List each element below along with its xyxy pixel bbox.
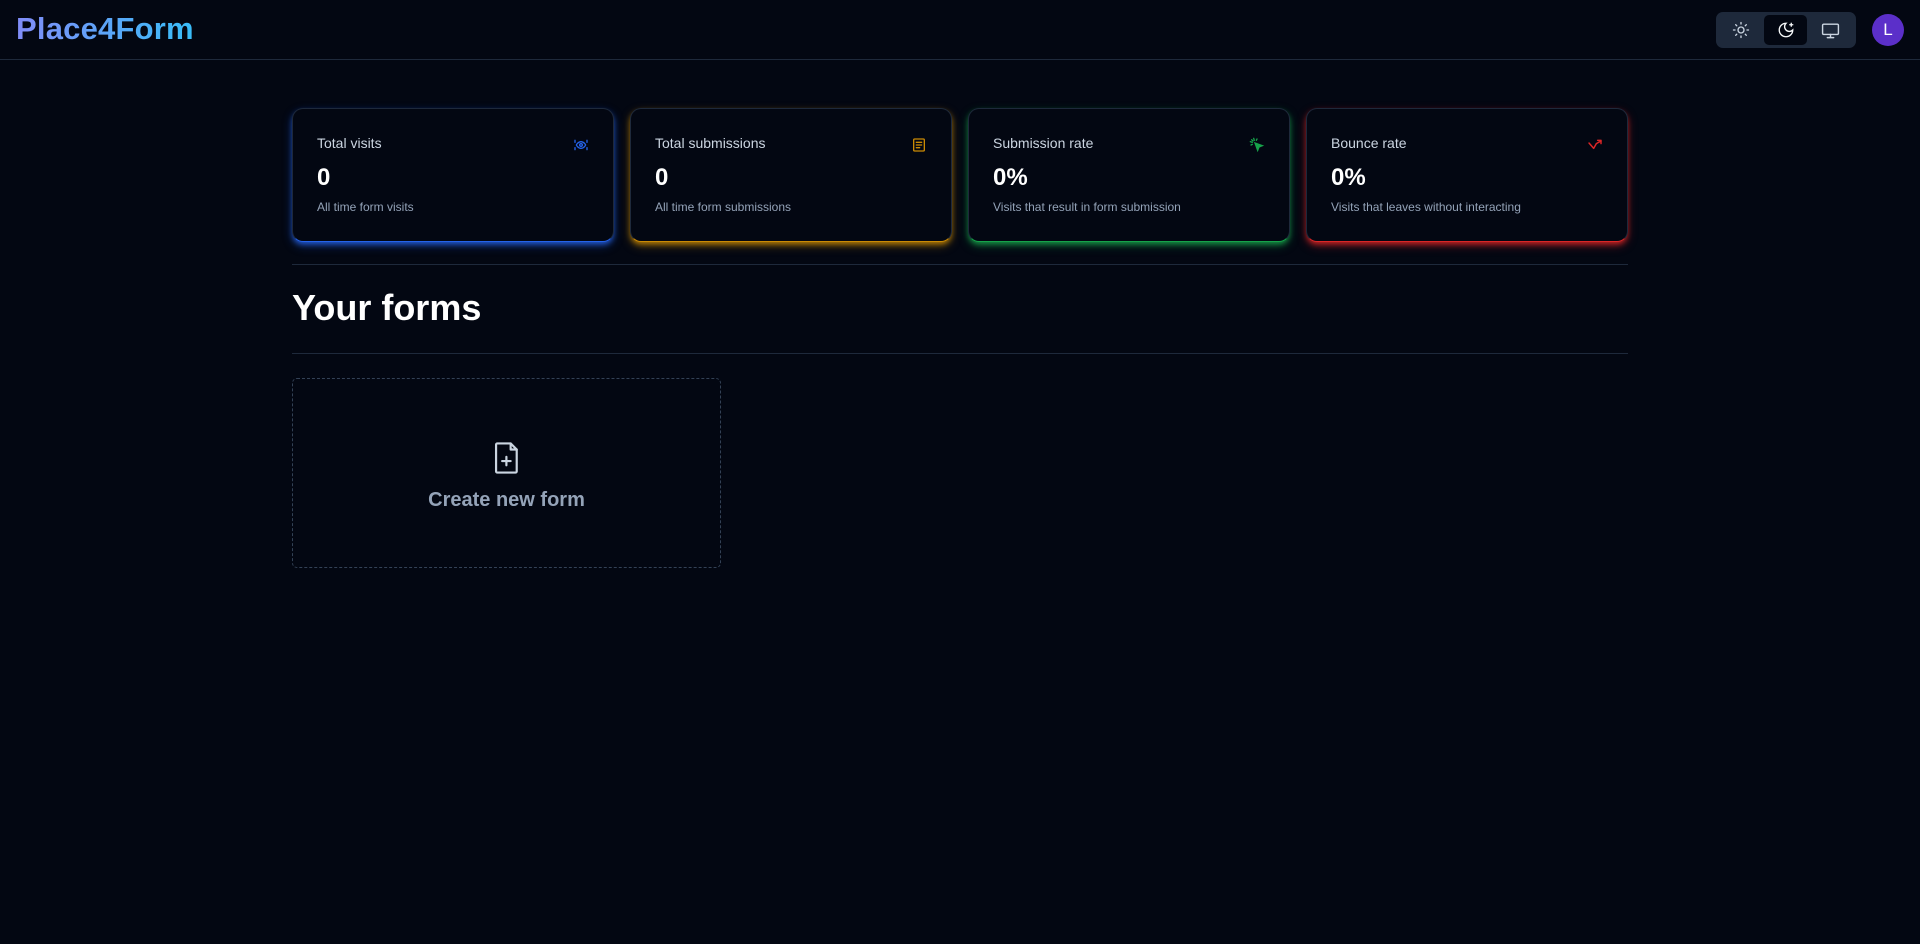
stat-value: 0: [655, 164, 669, 191]
stat-title: Bounce rate: [1331, 135, 1407, 151]
user-avatar[interactable]: L: [1872, 14, 1904, 46]
light-theme-button[interactable]: [1719, 15, 1762, 45]
eye-icon: [574, 139, 588, 151]
stats-cards: Total visits 0 All time form visits Tota…: [292, 108, 1628, 242]
app-logo[interactable]: Place4Form: [16, 11, 194, 47]
top-bar: Place4Form L: [0, 0, 1920, 60]
stat-card-bounce-rate: Bounce rate 0% Visits that leaves withou…: [1306, 108, 1628, 242]
section-divider: [292, 264, 1628, 265]
system-theme-button[interactable]: [1809, 15, 1852, 45]
stat-card-total-submissions: Total submissions 0 All time form submis…: [630, 108, 952, 242]
stat-value: 0%: [993, 164, 1028, 191]
stat-help: All time form visits: [317, 200, 414, 214]
stat-help: Visits that result in form submission: [993, 200, 1181, 214]
page-title: Your forms: [292, 287, 482, 328]
file-plus-icon: [494, 441, 518, 474]
stat-value: 0: [317, 164, 331, 191]
cursor-click-icon: [1249, 137, 1265, 153]
stat-title: Total submissions: [655, 135, 766, 151]
stat-value: 0%: [1331, 164, 1366, 191]
stat-title: Total visits: [317, 135, 382, 151]
theme-switcher: [1716, 12, 1856, 48]
create-new-form-label: Create new form: [428, 488, 585, 511]
stat-help: All time form submissions: [655, 200, 792, 214]
stat-card-submission-rate: Submission rate 0% Visits that result in…: [968, 108, 1290, 242]
stat-title: Submission rate: [993, 135, 1094, 151]
section-divider: [292, 353, 1628, 354]
bounce-arrow-icon: [1588, 139, 1602, 150]
sun-icon: [1732, 21, 1749, 39]
monitor-icon: [1821, 22, 1840, 38]
moon-icon: [1778, 22, 1793, 38]
form-icon: [913, 138, 925, 152]
dark-theme-button[interactable]: [1764, 15, 1807, 45]
create-new-form-button[interactable]: Create new form: [292, 378, 721, 568]
stat-card-total-visits: Total visits 0 All time form visits: [292, 108, 614, 242]
stat-help: Visits that leaves without interacting: [1331, 200, 1521, 214]
